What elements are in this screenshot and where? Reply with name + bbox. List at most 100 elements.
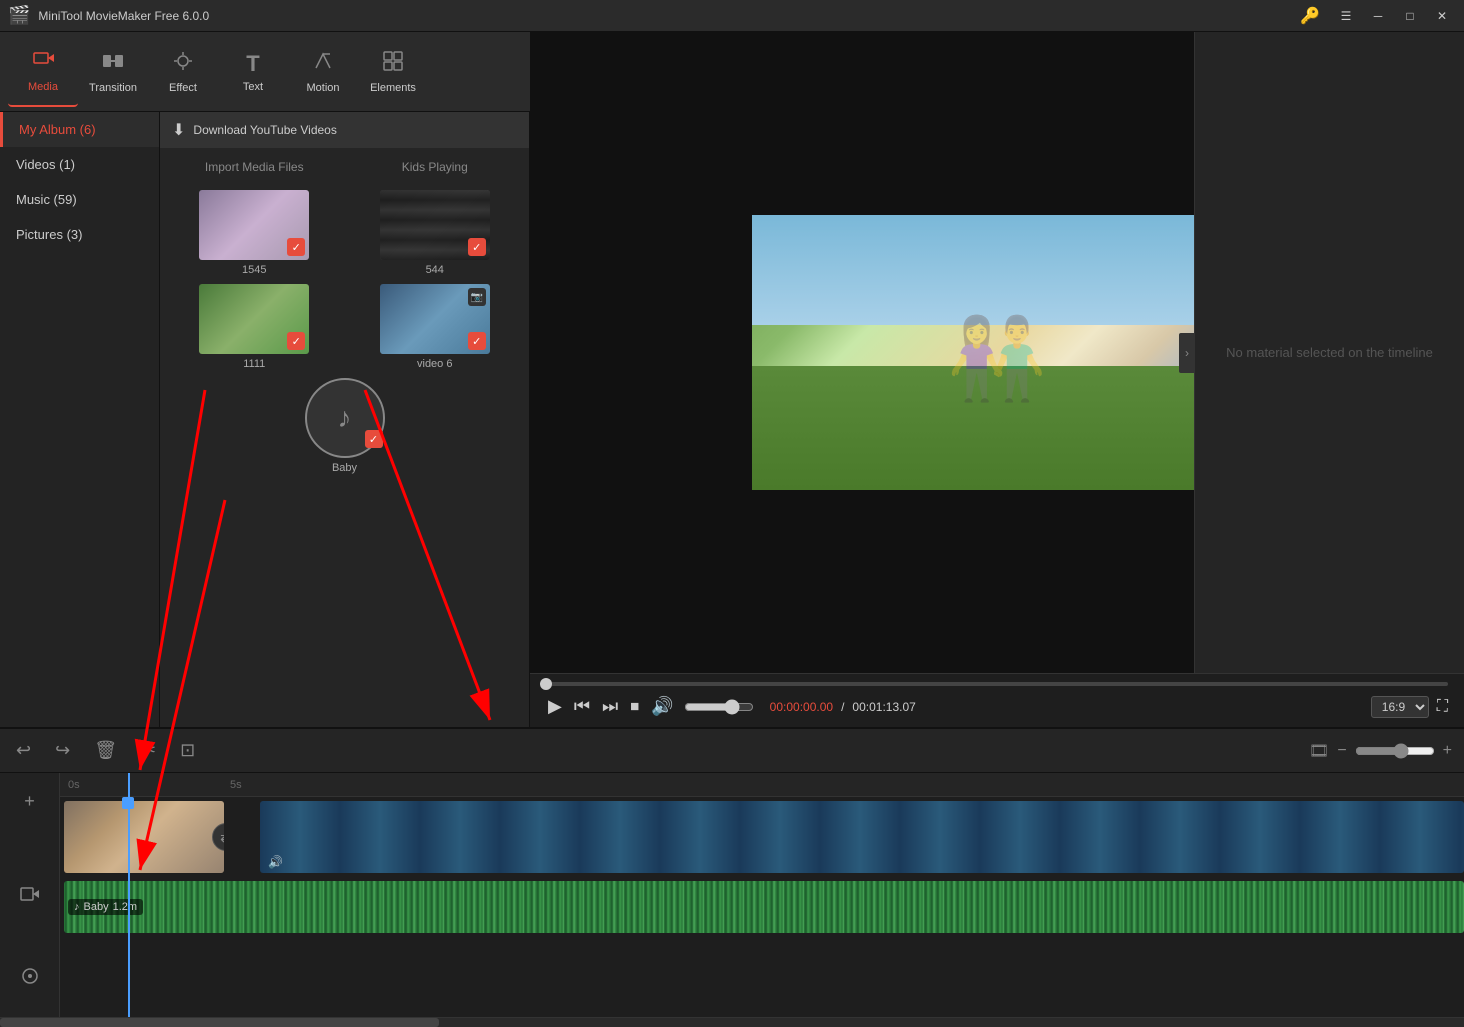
timeline-ruler: 0s 5s (60, 773, 1464, 797)
ruler-mark-5s: 5s (230, 779, 242, 791)
video-container: 👫 No material selected on the timeline › (530, 32, 1464, 673)
chevron-right-icon: › (1185, 346, 1189, 360)
playhead-top[interactable] (122, 797, 134, 809)
check-badge-1545: ✓ (287, 238, 305, 256)
media-row-2: ✓ 1111 📷 ✓ video 6 (168, 284, 521, 370)
panel-toggle-button[interactable]: › (1179, 333, 1195, 373)
zoom-controls: 🎞 − + (1309, 741, 1452, 761)
properties-panel: No material selected on the timeline (1194, 32, 1464, 673)
media-labels-row: Import Media Files Kids Playing (168, 156, 521, 182)
key-icon: 🔑 (1300, 6, 1320, 26)
scroll-thumb[interactable] (0, 1018, 439, 1027)
redo-button[interactable]: ↪ (51, 736, 74, 765)
toolbar-text-label: Text (243, 81, 263, 93)
volume-slider[interactable] (684, 699, 754, 715)
menu-button[interactable]: ☰ (1332, 6, 1360, 26)
media-label-544: 544 (426, 264, 444, 276)
video-clip-couple[interactable]: ⇄ (64, 801, 224, 873)
sidebar-item-music[interactable]: Music (59) (0, 182, 159, 217)
crop-button[interactable]: ⊡ (176, 736, 199, 765)
media-thumb-1111: ✓ (199, 284, 309, 354)
video-track-icon (4, 869, 55, 919)
download-youtube-bar[interactable]: ⬇ Download YouTube Videos (160, 112, 529, 148)
transition-icon (102, 50, 124, 78)
toolbar-elements-label: Elements (370, 82, 416, 94)
maximize-button[interactable]: □ (1396, 6, 1424, 26)
audio-track-label: Baby (84, 901, 109, 913)
prev-frame-button[interactable]: ⏮ (572, 694, 592, 719)
effect-icon (172, 50, 194, 78)
media-thumb-544: ✓ (380, 190, 490, 260)
no-material-text: No material selected on the timeline (1210, 329, 1449, 376)
media-label-baby: Baby (332, 462, 357, 474)
media-item-1111[interactable]: ✓ 1111 (199, 284, 309, 370)
music-disc: ♪ ✓ (305, 378, 385, 458)
scroll-track (0, 1018, 1464, 1027)
media-item-1545[interactable]: ✓ 1545 (199, 190, 309, 276)
toolbar-transition-label: Transition (89, 82, 137, 94)
main-toolbar: Media Transition Effect T Text (0, 32, 530, 112)
sidebar-item-videos[interactable]: Videos (1) (0, 147, 159, 182)
sidebar-item-album[interactable]: My Album (6) (0, 112, 159, 147)
video-clip-london[interactable]: 🔊 (260, 801, 1464, 873)
close-button[interactable]: ✕ (1428, 6, 1456, 26)
undo-button[interactable]: ↩ (12, 736, 35, 765)
media-item-baby[interactable]: ♪ ✓ Baby (290, 378, 400, 474)
check-badge-1111: ✓ (287, 332, 305, 350)
check-badge-544: ✓ (468, 238, 486, 256)
media-label-video6: video 6 (417, 358, 452, 370)
toolbar-media-label: Media (28, 81, 58, 93)
media-panel: ⬇ Download YouTube Videos Import Media F… (160, 112, 530, 727)
ruler-mark-0s: 0s (68, 779, 80, 791)
video-frame: 👫 (752, 215, 1242, 490)
app-logo-icon: 🎬 (8, 5, 30, 26)
progress-thumb[interactable] (540, 678, 552, 690)
player-area: Player Template Export (530, 32, 1464, 727)
sidebar-item-pictures[interactable]: Pictures (3) (0, 217, 159, 252)
toolbar-media[interactable]: Media (8, 37, 78, 107)
audio-indicator: 🔊 (268, 855, 283, 869)
media-row-3: ♪ ✓ Baby (168, 378, 521, 474)
check-badge-video6: ✓ (468, 332, 486, 350)
time-separator: / (841, 700, 844, 714)
timeline-tracks: 0s 5s ⇄ 🔊 (60, 773, 1464, 1017)
aspect-ratio-select[interactable]: 16:9 9:16 4:3 1:1 (1371, 696, 1429, 718)
volume-button[interactable]: 🔊 (649, 694, 675, 719)
audio-clip-baby[interactable]: ♪ Baby 1.2m (64, 881, 1464, 933)
fullscreen-button[interactable]: ⛶ (1437, 698, 1448, 716)
timeline-content: + 0s 5s (0, 773, 1464, 1017)
camera-badge-video6: 📷 (468, 288, 486, 306)
audio-waveform (64, 881, 1464, 933)
play-button[interactable]: ▶ (546, 694, 564, 719)
media-item-544[interactable]: ✓ 544 (380, 190, 490, 276)
zoom-out-button[interactable]: − (1337, 742, 1346, 760)
zoom-in-button[interactable]: + (1443, 742, 1452, 760)
stop-button[interactable]: ⏹ (628, 694, 641, 719)
minimize-button[interactable]: ─ (1364, 6, 1392, 26)
playhead[interactable] (128, 773, 130, 1017)
toolbar-motion[interactable]: Motion (288, 37, 358, 107)
time-current: 00:00:00.00 (770, 700, 833, 714)
media-item-video6[interactable]: 📷 ✓ video 6 (380, 284, 490, 370)
toolbar-text[interactable]: T Text (218, 37, 288, 107)
delete-button[interactable]: 🗑 (90, 736, 121, 765)
toolbar-elements[interactable]: Elements (358, 37, 428, 107)
cut-button[interactable]: ✂ (137, 736, 160, 765)
music-note-small-icon: ♪ (74, 901, 80, 913)
filmstrip-icon: 🎞 (1309, 741, 1329, 761)
next-frame-button[interactable]: ⏭ (600, 694, 620, 719)
media-thumb-video6: 📷 ✓ (380, 284, 490, 354)
zoom-slider[interactable] (1355, 743, 1435, 759)
toolbar-transition[interactable]: Transition (78, 37, 148, 107)
timeline-scrollbar[interactable] (0, 1017, 1464, 1027)
sidebar: My Album (6) Videos (1) Music (59) Pictu… (0, 112, 160, 727)
timeline-toolbar: ↩ ↪ 🗑 ✂ ⊡ 🎞 − + (0, 729, 1464, 773)
add-track-icon[interactable]: + (4, 789, 55, 813)
check-badge-baby: ✓ (365, 430, 383, 448)
audio-track: ♪ Baby 1.2m (60, 877, 1464, 937)
window-controls: ☰ ─ □ ✕ (1332, 6, 1456, 26)
progress-bar[interactable] (546, 682, 1448, 686)
text-icon: T (246, 51, 259, 77)
toolbar-effect[interactable]: Effect (148, 37, 218, 107)
media-label-1545: 1545 (242, 264, 266, 276)
